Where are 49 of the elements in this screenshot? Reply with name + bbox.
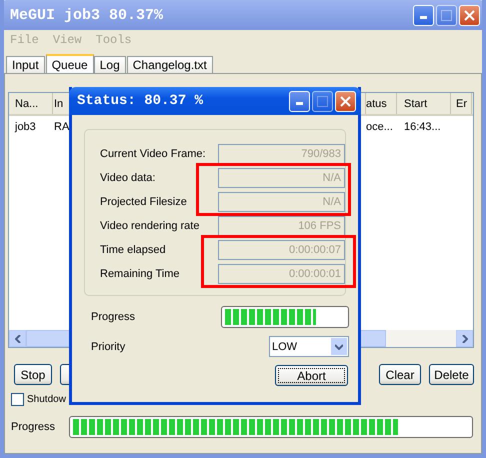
field-label: Current Video Frame: [100, 148, 207, 160]
chevron-down-icon [335, 344, 343, 350]
abort-button[interactable]: Abort [275, 365, 348, 386]
tab[interactable]: Input [6, 56, 45, 73]
tab[interactable]: Queue [46, 54, 94, 73]
tab[interactable]: Log [94, 56, 126, 73]
readonly-field: N/A [218, 192, 345, 212]
readonly-field: N/A [218, 168, 345, 188]
progress-label: Progress [91, 311, 136, 323]
field-label: Video rendering rate [100, 220, 200, 232]
stop-button[interactable]: Stop [14, 364, 52, 385]
table-cell-text: 16:43... [403, 120, 442, 135]
delete-button[interactable]: Delete [429, 364, 474, 385]
table-cell-text: oce... [366, 120, 394, 135]
column-header[interactable]: Start [397, 93, 451, 114]
readonly-field: 790/983 [218, 144, 345, 164]
column-header[interactable]: Er [451, 93, 472, 114]
column-header[interactable]: atus [366, 93, 397, 114]
close-icon [340, 96, 351, 106]
checkbox[interactable] [11, 393, 24, 406]
maximize-icon [441, 10, 452, 20]
window-title: MeGUI job3 80.37% [10, 6, 164, 24]
maximize-icon [317, 96, 328, 106]
field-label: Remaining Time [100, 268, 180, 280]
table-cell-text: RA [53, 120, 70, 135]
table-cell-text: job3 [14, 120, 37, 135]
maximize-button[interactable] [436, 4, 457, 26]
field-label: Video data: [100, 172, 156, 184]
close-button[interactable] [335, 90, 356, 112]
progress-label: Progress [11, 421, 56, 433]
readonly-field: 0:00:00:07 [218, 240, 345, 260]
readonly-field: 106 FPS [218, 216, 345, 236]
checkbox-label: Shutdow [27, 394, 66, 405]
column-header[interactable]: Na... [9, 93, 53, 114]
dialog-title: Status: 80.37 % [77, 93, 204, 109]
field-label: Time elapsed [100, 244, 167, 256]
readonly-field: 0:00:00:01 [218, 264, 345, 284]
priority-label: Priority [91, 340, 126, 352]
minimize-button[interactable] [413, 4, 434, 26]
priority-dropdown[interactable]: LOW [269, 336, 349, 357]
close-button[interactable] [459, 4, 480, 26]
tab[interactable]: Changelog.txt [126, 56, 213, 73]
chevron-right-icon [462, 334, 468, 342]
chevron-left-icon [14, 334, 20, 342]
minimize-button[interactable] [289, 90, 310, 112]
field-label: Projected Filesize [100, 196, 188, 208]
maximize-button[interactable] [312, 90, 333, 112]
clear-button[interactable]: Clear [379, 364, 421, 385]
close-icon [464, 10, 475, 20]
